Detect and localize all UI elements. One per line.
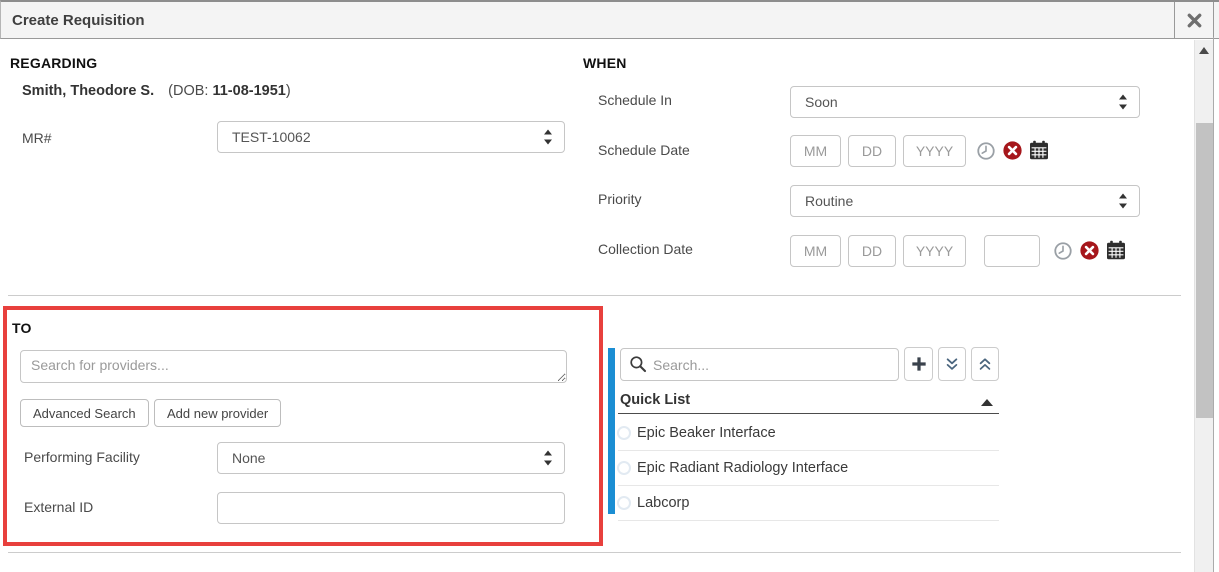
- list-separator: [618, 485, 999, 486]
- priority-select[interactable]: Routine: [790, 185, 1140, 217]
- schedule-date-time-button[interactable]: [977, 142, 995, 160]
- list-separator: [618, 450, 999, 451]
- dob-value: 11-08-1951: [212, 83, 285, 99]
- triangle-up-icon: [1199, 47, 1209, 54]
- titlebar-right-divider: [1213, 2, 1214, 39]
- schedule-date-day-input[interactable]: [848, 135, 896, 167]
- quick-list-item-label: Labcorp: [637, 495, 689, 511]
- performing-facility-label: Performing Facility: [24, 449, 140, 465]
- calendar-icon: [1106, 240, 1126, 260]
- sort-ascending-icon[interactable]: [981, 399, 993, 406]
- clear-circle-icon: [1003, 141, 1022, 160]
- clock-icon: [1054, 242, 1072, 260]
- double-chevron-up-icon: [977, 356, 993, 373]
- provider-search-textarea[interactable]: [20, 350, 567, 383]
- external-id-input[interactable]: [217, 492, 565, 524]
- collection-date-clear-button[interactable]: [1080, 241, 1099, 260]
- collection-date-time-button[interactable]: [1054, 242, 1072, 260]
- radio-icon[interactable]: [617, 461, 631, 475]
- schedule-date-clear-button[interactable]: [1003, 141, 1022, 160]
- schedule-date-calendar-button[interactable]: [1029, 140, 1049, 160]
- list-separator: [618, 520, 999, 521]
- double-chevron-down-icon: [944, 356, 960, 373]
- schedule-in-select[interactable]: Soon: [790, 86, 1140, 118]
- schedule-in-value: Soon: [805, 94, 838, 110]
- collection-date-month-input[interactable]: [790, 235, 841, 267]
- when-heading: WHEN: [583, 55, 627, 71]
- create-requisition-dialog: Create Requisition REGARDING Smith, Theo…: [0, 0, 1219, 572]
- mr-select-value: TEST-10062: [232, 129, 311, 145]
- chevron-updown-icon: [1119, 194, 1128, 209]
- schedule-date-label: Schedule Date: [598, 142, 690, 158]
- dialog-titlebar: Create Requisition: [0, 0, 1219, 39]
- performing-facility-value: None: [232, 450, 265, 466]
- quick-list-divider: [618, 413, 999, 414]
- chevron-updown-icon: [544, 130, 553, 145]
- collection-date-year-input[interactable]: [903, 235, 966, 267]
- to-heading: TO: [12, 320, 32, 336]
- priority-label: Priority: [598, 191, 642, 207]
- schedule-date-month-input[interactable]: [790, 135, 841, 167]
- directory-search: [620, 348, 899, 381]
- radio-icon[interactable]: [617, 496, 631, 510]
- mr-label: MR#: [22, 130, 52, 146]
- dialog-title: Create Requisition: [12, 2, 145, 39]
- mr-select[interactable]: TEST-10062: [217, 121, 565, 153]
- dob-label: (DOB:: [168, 83, 208, 99]
- chevron-updown-icon: [544, 451, 553, 466]
- search-icon: [629, 355, 647, 376]
- section-divider-bottom: [8, 552, 1181, 553]
- quick-list-item[interactable]: Epic Radiant Radiology Interface: [615, 459, 999, 494]
- quick-list-item-label: Epic Radiant Radiology Interface: [637, 460, 848, 476]
- close-icon: [1186, 12, 1203, 29]
- scroll-up-button[interactable]: [1195, 40, 1214, 60]
- close-button[interactable]: [1175, 2, 1213, 39]
- external-id-label: External ID: [24, 499, 93, 515]
- dialog-right-border: [1213, 37, 1214, 572]
- schedule-date-year-input[interactable]: [903, 135, 966, 167]
- calendar-icon: [1029, 140, 1049, 160]
- patient-name: Smith, Theodore S.: [22, 83, 154, 99]
- collection-date-label: Collection Date: [598, 241, 693, 257]
- collection-time-input[interactable]: [984, 235, 1040, 267]
- panel-accent-bar: [608, 348, 615, 514]
- clock-icon: [977, 142, 995, 160]
- add-to-list-button[interactable]: [904, 347, 933, 381]
- clear-circle-icon: [1080, 241, 1099, 260]
- directory-search-input[interactable]: [620, 348, 899, 381]
- collection-date-calendar-button[interactable]: [1106, 240, 1126, 260]
- advanced-search-button[interactable]: Advanced Search: [20, 399, 149, 427]
- scrollbar-thumb[interactable]: [1196, 123, 1214, 418]
- add-new-provider-button[interactable]: Add new provider: [154, 399, 281, 427]
- collection-date-day-input[interactable]: [848, 235, 896, 267]
- regarding-heading: REGARDING: [10, 55, 97, 71]
- performing-facility-select[interactable]: None: [217, 442, 565, 474]
- scrollbar[interactable]: [1194, 40, 1213, 572]
- radio-icon[interactable]: [617, 426, 631, 440]
- dob-suffix: ): [286, 83, 291, 99]
- patient-line: Smith, Theodore S. (DOB: 11-08-1951): [22, 83, 291, 99]
- priority-value: Routine: [805, 193, 853, 209]
- chevron-updown-icon: [1119, 95, 1128, 110]
- quick-list-heading[interactable]: Quick List: [620, 392, 690, 408]
- section-divider: [8, 295, 1181, 296]
- quick-list-item[interactable]: Epic Beaker Interface: [615, 424, 999, 459]
- collapse-all-button[interactable]: [971, 347, 999, 381]
- plus-icon: [910, 355, 928, 373]
- quick-list-item-label: Epic Beaker Interface: [637, 425, 776, 441]
- quick-list-item[interactable]: Labcorp: [615, 494, 999, 529]
- schedule-in-label: Schedule In: [598, 92, 672, 108]
- expand-all-button[interactable]: [938, 347, 966, 381]
